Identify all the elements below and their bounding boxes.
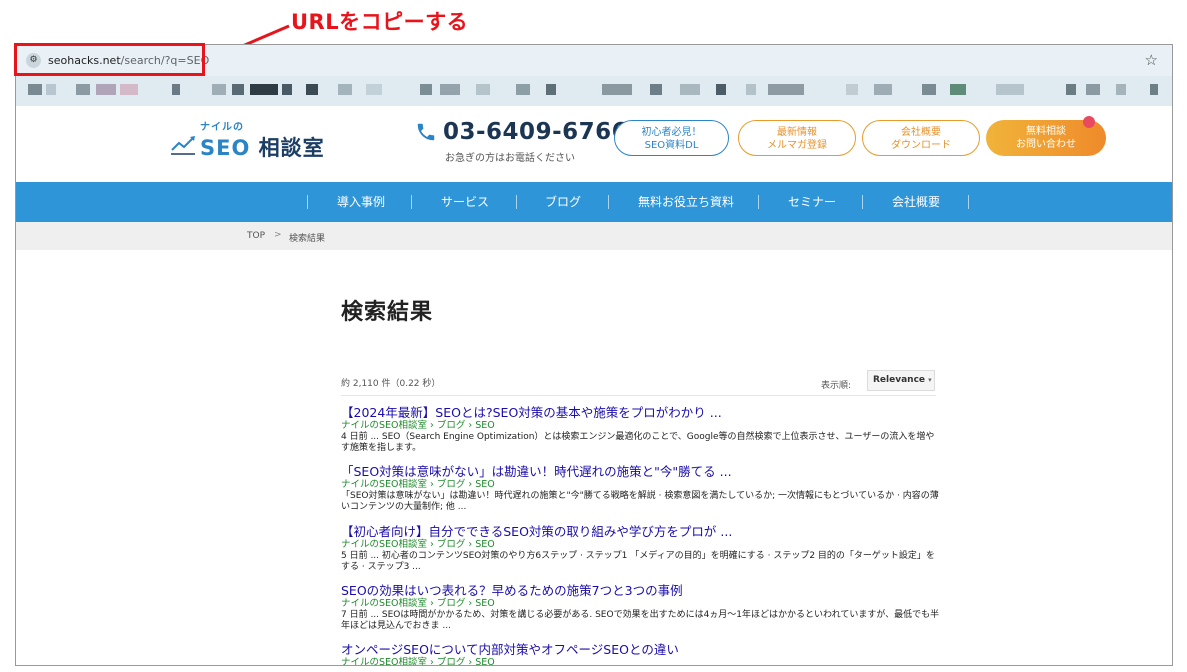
- star-icon[interactable]: ☆: [1145, 51, 1158, 69]
- browser-window: ⚙ seohacks.net/search/?q=SEO ☆ ナイルの SEO …: [15, 44, 1173, 666]
- phone-number: 03-6409-6766: [443, 119, 629, 145]
- result-snippet: 7 日前 ... SEOは時間がかかるため、対策を講じる必要がある. SEOで効…: [341, 610, 940, 631]
- phone-icon: [417, 123, 435, 141]
- company-profile-download-button[interactable]: 会社概要 ダウンロード: [862, 120, 980, 156]
- logo-main-text: SEO 相談室: [200, 136, 325, 160]
- result-title-link[interactable]: 【初心者向け】自分でできるSEO対策の取り組みや学び方をプロが ...: [341, 525, 941, 539]
- breadcrumb-separator: >: [274, 230, 282, 240]
- breadcrumb: TOP > 検索結果: [16, 222, 1172, 250]
- nav-item-company[interactable]: 会社概要: [892, 182, 940, 222]
- breadcrumb-home[interactable]: TOP: [247, 231, 265, 241]
- result-title-link[interactable]: オンページSEOについて内部対策やオフページSEOとの違い: [341, 643, 941, 657]
- result-url: ナイルのSEO相談室 › ブログ › SEO: [341, 657, 495, 666]
- phone-subtext: お急ぎの方はお電話ください: [445, 153, 575, 164]
- result-snippet: 5 日前 ... 初心者のコンテンツSEO対策のやり方6ステップ · ステップ1…: [341, 551, 935, 572]
- nav-separator: [307, 195, 308, 209]
- annotation-label: URLをコピーする: [291, 10, 469, 34]
- breadcrumb-current: 検索結果: [289, 234, 326, 244]
- search-result: 【初心者向け】自分でできるSEO対策の取り組みや学び方をプロが ... ナイルの…: [341, 525, 941, 572]
- nav-separator: [968, 195, 969, 209]
- main-nav: 導入事例 サービス ブログ 無料お役立ち資料 セミナー 会社概要: [16, 182, 1172, 222]
- nav-item-seminar[interactable]: セミナー: [788, 182, 836, 222]
- nav-separator: [608, 195, 609, 209]
- main-content: 検索結果 約 2,110 件（0.22 秒） 表示順: Relevance ▾ …: [16, 250, 1172, 666]
- nav-item-case-studies[interactable]: 導入事例: [337, 182, 385, 222]
- result-url: ナイルのSEO相談室 › ブログ › SEO: [341, 479, 495, 490]
- sort-dropdown[interactable]: Relevance ▾: [867, 370, 935, 391]
- nav-item-free-resources[interactable]: 無料お役立ち資料: [638, 182, 734, 222]
- result-title-link[interactable]: SEOの効果はいつ表れる？早めるための施策7つと3つの事例: [341, 584, 941, 598]
- logo-small-text: ナイルの: [200, 122, 244, 133]
- page-title: 検索結果: [341, 300, 434, 325]
- result-url: ナイルのSEO相談室 › ブログ › SEO: [341, 420, 495, 431]
- search-result: 「SEO対策は意味がない」は勘違い！時代遅れの施策と"今"勝てる ... ナイル…: [341, 465, 941, 512]
- nav-separator: [862, 195, 863, 209]
- annotation-highlight-box: [14, 43, 205, 76]
- newsletter-signup-button[interactable]: 最新情報 メルマガ登録: [738, 120, 856, 156]
- bookmarks-bar-blurred: [16, 76, 1172, 106]
- site-header: ナイルの SEO 相談室 03-6409-6766 お急ぎの方はお電話ください …: [16, 106, 1172, 182]
- search-result: オンページSEOについて内部対策やオフページSEOとの違い ナイルのSEO相談室…: [341, 643, 941, 666]
- trend-chart-icon: [171, 136, 195, 155]
- result-snippet: 「SEO対策は意味がない」は勘違い！時代遅れの施策と"今"勝てる戦略を解説 · …: [341, 491, 939, 512]
- result-snippet: 4 日前 ... SEO（Search Engine Optimization）…: [341, 432, 935, 453]
- notification-dot: [1083, 116, 1095, 128]
- nav-item-services[interactable]: サービス: [441, 182, 489, 222]
- nav-separator: [516, 195, 517, 209]
- nav-item-blog[interactable]: ブログ: [545, 182, 581, 222]
- search-result: SEOの効果はいつ表れる？早めるための施策7つと3つの事例 ナイルのSEO相談室…: [341, 584, 941, 631]
- nav-separator: [411, 195, 412, 209]
- nav-separator: [758, 195, 759, 209]
- result-url: ナイルのSEO相談室 › ブログ › SEO: [341, 598, 495, 609]
- sort-label: 表示順:: [821, 381, 852, 391]
- divider: [341, 395, 936, 396]
- seo-material-download-button[interactable]: 初心者必見！ SEO資料DL: [614, 120, 729, 156]
- site-logo[interactable]: ナイルの SEO 相談室: [170, 116, 324, 176]
- chevron-down-icon: ▾: [928, 376, 932, 384]
- result-url: ナイルのSEO相談室 › ブログ › SEO: [341, 539, 495, 550]
- search-result: 【2024年最新】SEOとは?SEO対策の基本や施策をプロがわかり ... ナイ…: [341, 406, 941, 453]
- result-title-link[interactable]: 【2024年最新】SEOとは?SEO対策の基本や施策をプロがわかり ...: [341, 406, 941, 420]
- result-count: 約 2,110 件（0.22 秒）: [341, 379, 441, 389]
- result-title-link[interactable]: 「SEO対策は意味がない」は勘違い！時代遅れの施策と"今"勝てる ...: [341, 465, 941, 479]
